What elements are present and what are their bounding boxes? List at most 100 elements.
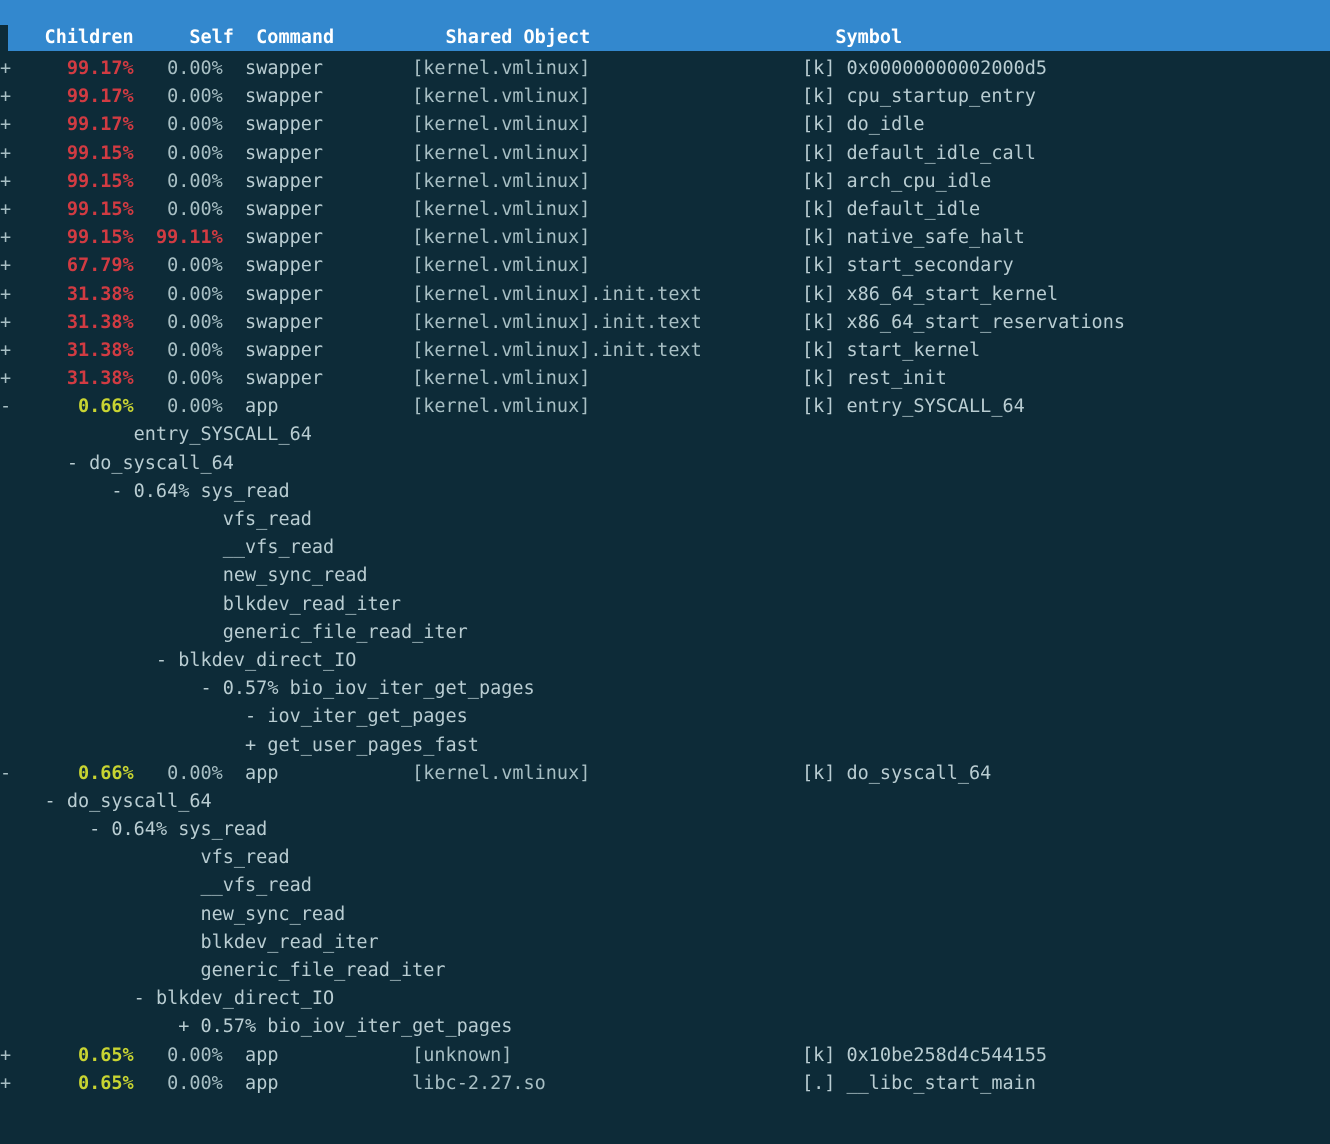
- callchain-row[interactable]: entry_SYSCALL_64: [0, 421, 1330, 449]
- self-percent: 0.00%: [133, 86, 223, 108]
- callchain-branch-marker: [0, 424, 134, 445]
- expand-toggle-icon: -: [0, 762, 23, 784]
- summary-title-bar: Samples: 143K of event 'cpu-clock', Even…: [0, 0, 1330, 25]
- expand-toggle-icon: +: [0, 1072, 23, 1094]
- shared-object-name: [kernel.vmlinux]: [412, 227, 802, 249]
- command-name: swapper: [222, 142, 413, 164]
- report-row[interactable]: + 31.38% 0.00% swapper [kernel.vmlinux].…: [0, 337, 1330, 365]
- report-row[interactable]: + 31.38% 0.00% swapper [kernel.vmlinux].…: [0, 309, 1330, 337]
- callchain-branch-marker: [0, 565, 223, 586]
- callchain-row[interactable]: - do_syscall_64: [0, 450, 1330, 478]
- self-percent: 0.00%: [133, 396, 223, 418]
- callchain-symbol: do_syscall_64: [66, 790, 212, 812]
- children-percent: 99.17%: [22, 114, 134, 136]
- callchain-branch-marker: [0, 904, 200, 925]
- callchain-branch-marker: [0, 622, 223, 643]
- expand-toggle-icon: +: [0, 142, 23, 164]
- callchain-symbol: generic_file_read_iter: [222, 621, 468, 643]
- callchain-row[interactable]: + 0.57% bio_iov_iter_get_pages: [0, 1013, 1330, 1041]
- symbol-name: [k] 0x10be258d4c544155: [801, 1044, 1048, 1066]
- expand-toggle-icon: +: [0, 339, 23, 361]
- command-name: swapper: [222, 170, 413, 192]
- callchain-branch-marker: +: [0, 1016, 201, 1038]
- callchain-row[interactable]: - 0.64% sys_read: [0, 816, 1330, 844]
- callchain-row[interactable]: vfs_read: [0, 506, 1330, 534]
- callchain-branch-marker: -: [0, 819, 112, 841]
- callchain-row[interactable]: __vfs_read: [0, 872, 1330, 900]
- expand-toggle-icon: +: [0, 86, 23, 108]
- shared-object-name: libc-2.27.so: [412, 1072, 802, 1094]
- callchain-branch-marker: -: [0, 649, 179, 671]
- report-row[interactable]: + 0.65% 0.00% app libc-2.27.so [.] __lib…: [0, 1070, 1330, 1098]
- command-name: swapper: [222, 255, 413, 277]
- command-name: swapper: [222, 58, 413, 79]
- callchain-row[interactable]: __vfs_read: [0, 534, 1330, 562]
- callchain-branch-marker: -: [0, 678, 223, 700]
- expand-toggle-icon: +: [0, 368, 23, 390]
- callchain-row[interactable]: new_sync_read: [0, 901, 1330, 929]
- expand-toggle-icon: +: [0, 311, 23, 333]
- report-row[interactable]: + 99.17% 0.00% swapper [kernel.vmlinux] …: [0, 55, 1330, 83]
- children-percent: 67.79%: [22, 255, 134, 277]
- callchain-row[interactable]: - iov_iter_get_pages: [0, 703, 1330, 731]
- callchain-branch-marker: [0, 509, 223, 530]
- callchain-row[interactable]: - do_syscall_64: [0, 788, 1330, 816]
- report-row[interactable]: - 0.66% 0.00% app [kernel.vmlinux] [k] e…: [0, 393, 1330, 421]
- shared-object-name: [kernel.vmlinux]: [412, 114, 802, 136]
- children-percent: 99.15%: [22, 227, 134, 249]
- children-percent: 99.15%: [22, 170, 134, 192]
- self-percent: 0.00%: [133, 762, 223, 784]
- callchain-symbol: blkdev_read_iter: [200, 931, 379, 953]
- report-row[interactable]: - 0.66% 0.00% app [kernel.vmlinux] [k] d…: [0, 760, 1330, 788]
- shared-object-name: [kernel.vmlinux]: [412, 198, 802, 220]
- shared-object-name: [kernel.vmlinux]: [412, 396, 802, 418]
- shared-object-name: [unknown]: [412, 1044, 802, 1066]
- symbol-name: [k] 0x00000000002000d5: [801, 58, 1048, 79]
- callchain-symbol: blkdev_direct_IO: [155, 988, 335, 1010]
- callchain-symbol: get_user_pages_fast: [267, 734, 479, 756]
- command-name: swapper: [222, 283, 413, 305]
- callchain-branch-marker: [0, 594, 223, 615]
- report-row[interactable]: + 31.38% 0.00% swapper [kernel.vmlinux] …: [0, 365, 1330, 393]
- children-percent: 0.65%: [22, 1072, 134, 1094]
- self-percent: 0.00%: [133, 114, 223, 136]
- callchain-branch-marker: -: [0, 452, 90, 474]
- report-row[interactable]: + 67.79% 0.00% swapper [kernel.vmlinux] …: [0, 252, 1330, 280]
- callchain-symbol: 0.64% sys_read: [111, 819, 268, 841]
- children-percent: 31.38%: [22, 368, 134, 390]
- symbol-name: [k] rest_init: [801, 368, 947, 390]
- symbol-name: [k] do_idle: [801, 114, 925, 136]
- callchain-symbol: 0.57% bio_iov_iter_get_pages: [200, 1016, 513, 1038]
- symbol-name: [k] default_idle_call: [801, 142, 1036, 164]
- report-row[interactable]: + 99.17% 0.00% swapper [kernel.vmlinux] …: [0, 111, 1330, 139]
- report-row[interactable]: + 99.17% 0.00% swapper [kernel.vmlinux] …: [0, 83, 1330, 111]
- callchain-symbol: new_sync_read: [222, 565, 368, 587]
- report-row[interactable]: + 99.15% 0.00% swapper [kernel.vmlinux] …: [0, 168, 1330, 196]
- callchain-row[interactable]: blkdev_read_iter: [0, 591, 1330, 619]
- callchain-row[interactable]: + get_user_pages_fast: [0, 732, 1330, 760]
- callchain-row[interactable]: - 0.64% sys_read: [0, 478, 1330, 506]
- report-row[interactable]: + 0.65% 0.00% app [unknown] [k] 0x10be25…: [0, 1042, 1330, 1070]
- expand-toggle-icon: +: [0, 283, 23, 305]
- callchain-row[interactable]: - blkdev_direct_IO: [0, 647, 1330, 675]
- column-header-bar: Children Self Command Shared Object Symb…: [0, 25, 1330, 51]
- callchain-branch-marker: -: [0, 706, 268, 728]
- callchain-row[interactable]: generic_file_read_iter: [0, 619, 1330, 647]
- self-percent: 99.11%: [133, 227, 223, 249]
- report-row[interactable]: + 99.15% 0.00% swapper [kernel.vmlinux] …: [0, 140, 1330, 168]
- callchain-row[interactable]: generic_file_read_iter: [0, 957, 1330, 985]
- symbol-name: [k] x86_64_start_reservations: [801, 311, 1125, 333]
- callchain-row[interactable]: blkdev_read_iter: [0, 929, 1330, 957]
- report-row[interactable]: + 31.38% 0.00% swapper [kernel.vmlinux].…: [0, 281, 1330, 309]
- callchain-row[interactable]: vfs_read: [0, 844, 1330, 872]
- command-name: swapper: [222, 86, 413, 108]
- expand-toggle-icon: -: [0, 396, 23, 418]
- report-row[interactable]: + 99.15% 99.11% swapper [kernel.vmlinux]…: [0, 224, 1330, 252]
- callchain-row[interactable]: - 0.57% bio_iov_iter_get_pages: [0, 675, 1330, 703]
- callchain-row[interactable]: - blkdev_direct_IO: [0, 985, 1330, 1013]
- self-percent: 0.00%: [133, 142, 223, 164]
- report-rows[interactable]: + 99.17% 0.00% swapper [kernel.vmlinux] …: [0, 55, 1330, 1144]
- callchain-row[interactable]: new_sync_read: [0, 562, 1330, 590]
- report-row[interactable]: + 99.15% 0.00% swapper [kernel.vmlinux] …: [0, 196, 1330, 224]
- self-percent: 0.00%: [133, 1044, 223, 1066]
